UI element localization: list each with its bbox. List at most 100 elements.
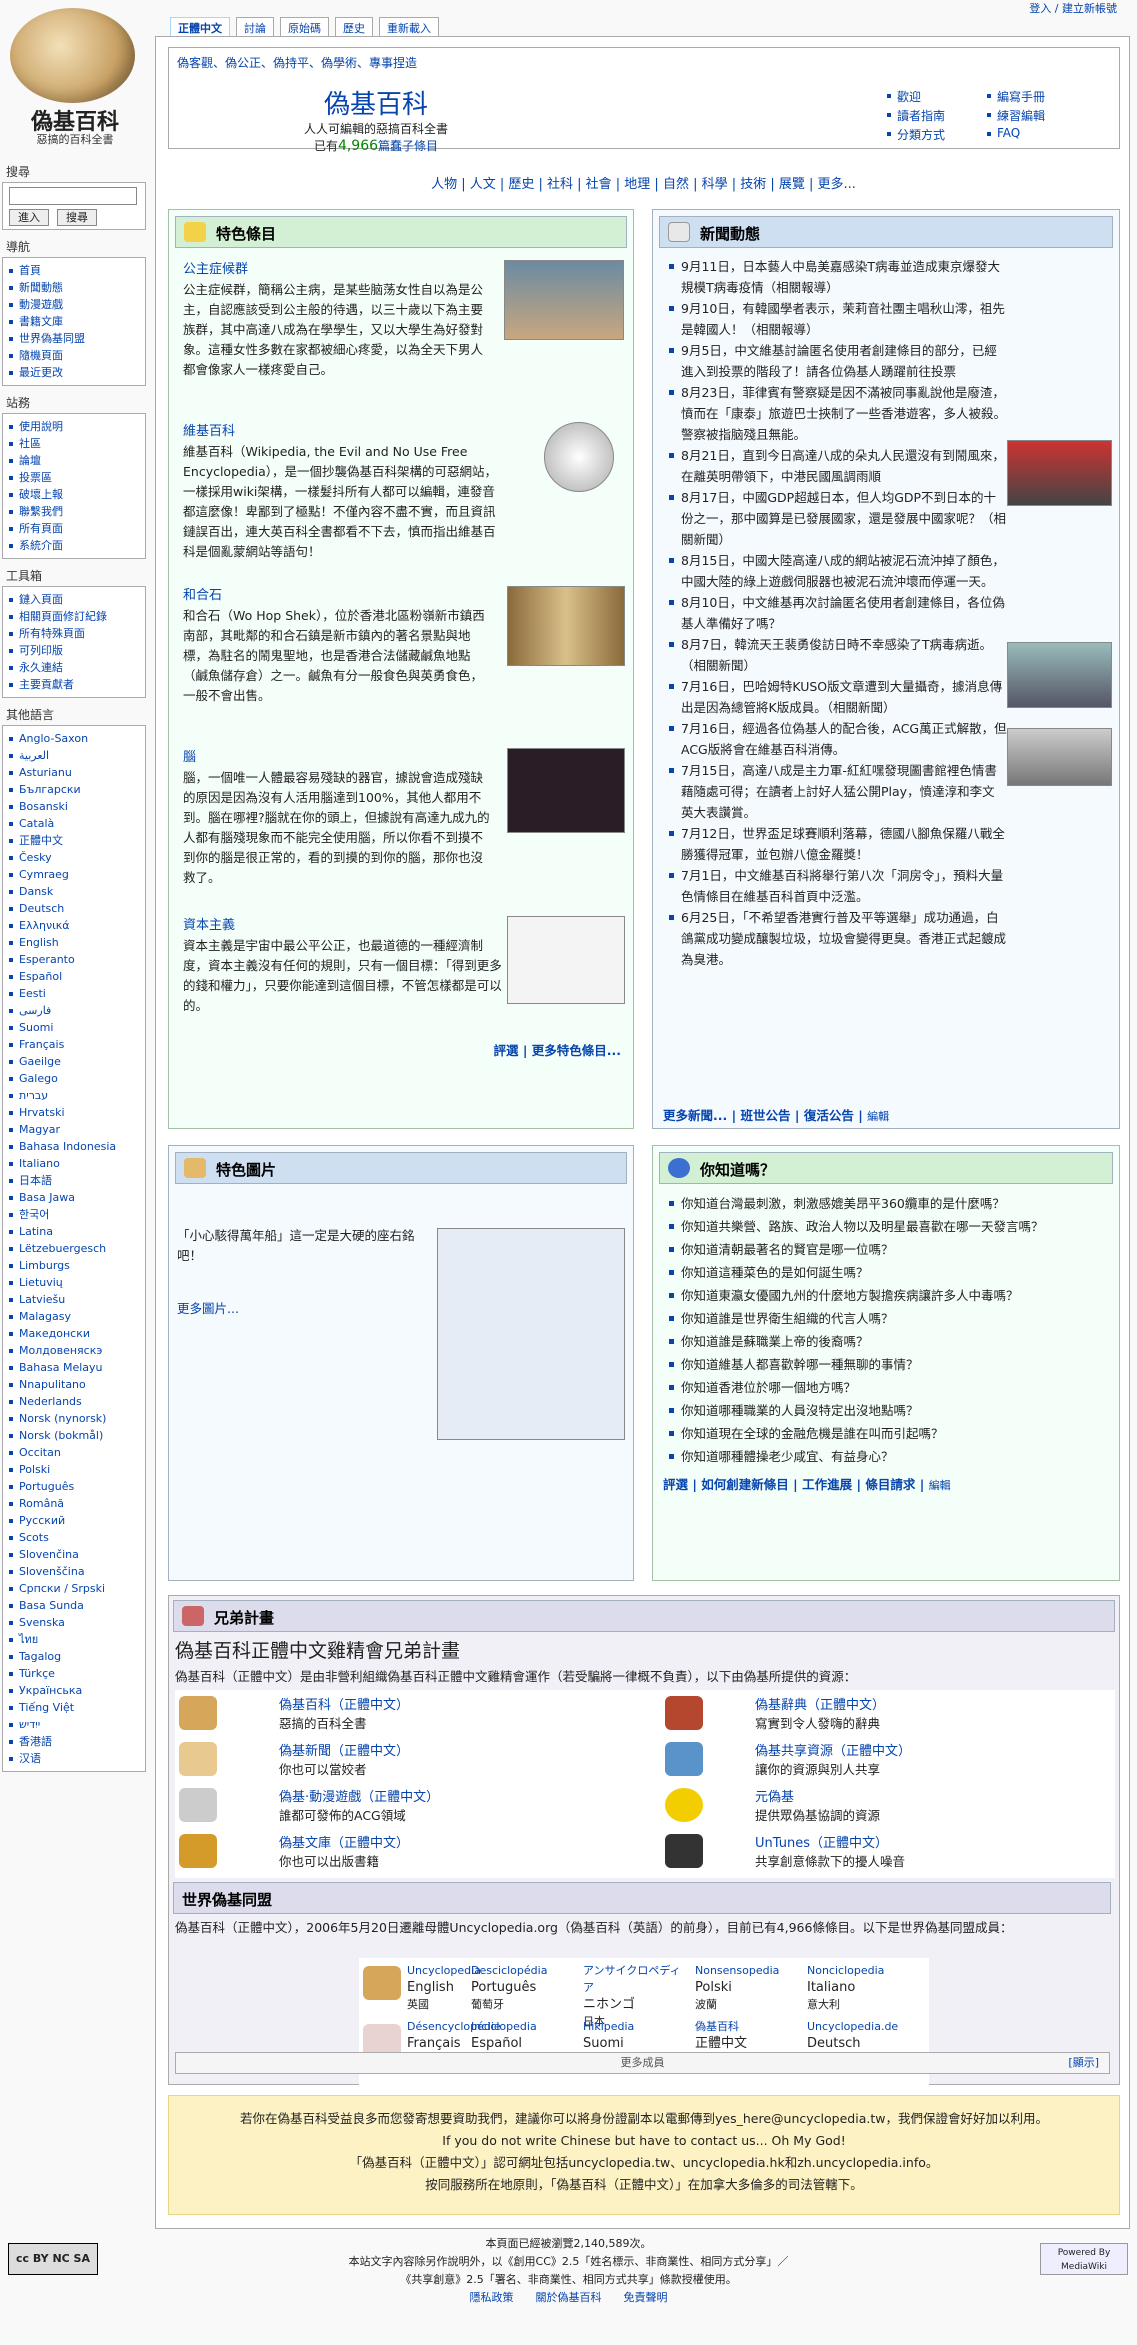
news-item[interactable]: 7月12日，世界盃足球賽順利落幕，德國八腳魚保羅八戰全勝獲得冠軍，並包辦八億金羅… [667,823,1007,865]
language-link[interactable]: Română [9,1495,139,1512]
sidebar-site-item[interactable]: 論壇 [9,452,139,469]
sidebar-tool-item[interactable]: 主要貢獻者 [9,676,139,693]
news-item[interactable]: 8月7日，韓流天王裴勇俊訪日時不幸感染了T病毒病逝。（相關新聞） [667,634,1007,676]
language-link[interactable]: Cymraeg [9,866,139,883]
language-link[interactable]: Српски / Srpski [9,1580,139,1597]
language-link[interactable]: Lëtzebuergesch [9,1240,139,1257]
language-link[interactable]: Bosanski [9,798,139,815]
member-name[interactable]: Hikipedia [583,2018,683,2035]
featured-item-title[interactable]: 維基百科 [183,422,503,442]
search-input[interactable] [9,187,137,205]
language-link[interactable]: Latina [9,1223,139,1240]
dyk-item[interactable]: 你知道誰是世界衛生組織的代言人嗎？ [667,1307,1117,1330]
dyk-item[interactable]: 你知道台灣最刺激，刺激感媲美昂平360纜車的是什麼嗎？ [667,1192,1117,1215]
dyk-item[interactable]: 你知道哪種體操老少咸宜、有益身心？ [667,1445,1117,1468]
language-link[interactable]: 한국어 [9,1206,139,1223]
alliance-member[interactable]: Desciclopédia Português 葡萄牙 [471,1962,571,2013]
language-link[interactable]: Русский [9,1512,139,1529]
member-name[interactable]: アンサイクロペディア [583,1962,683,1996]
featured-item-title[interactable]: 和合石 [183,586,493,606]
sidebar-tool-item[interactable]: 永久連結 [9,659,139,676]
project-name[interactable]: 偽基文庫（正體中文） [279,1832,409,1851]
language-link[interactable]: Slovenčina [9,1546,139,1563]
news-item[interactable]: 7月16日，經過各位偽基人的配合後，ACG萬正式解散，但ACG版將會在維基百科消… [667,718,1007,760]
language-link[interactable]: Anglo-Saxon [9,730,139,747]
project-name[interactable]: 偽基·動漫遊戲（正體中文） [279,1786,439,1805]
language-link[interactable]: Català [9,815,139,832]
dyk-item[interactable]: 你知道香港位於哪一個地方嗎？ [667,1376,1117,1399]
news-item[interactable]: 7月15日，高達八成是主力軍-紅紅嘿發現圖書館裡色情書藉隨處可得；在讀者上討好人… [667,760,1007,823]
dyk-vote-link[interactable]: 評選 [663,1477,688,1492]
more-featured-link[interactable]: 更多特色條目... [532,1043,621,1058]
sidebar-site-item[interactable]: 所有頁面 [9,520,139,537]
language-link[interactable]: Norsk (nynorsk) [9,1410,139,1427]
language-link[interactable]: Česky [9,849,139,866]
member-name[interactable]: Uncyclopedia.de [807,2018,907,2035]
help-link-faq[interactable]: FAQ [987,126,1097,143]
sidebar-nav-item[interactable]: 最近更改 [9,364,139,381]
language-link[interactable]: Asturianu [9,764,139,781]
language-link[interactable]: Lietuvių [9,1274,139,1291]
language-link[interactable]: Polski [9,1461,139,1478]
language-link[interactable]: فارسی [9,1002,139,1019]
news-item[interactable]: 7月1日，中文維基百科將舉行第八次「洞房令」，預料大量色情條目在維基百科首頁中泛… [667,865,1007,907]
sidebar-site-item[interactable]: 系統介面 [9,537,139,554]
help-link-practice[interactable]: 練習編輯 [987,107,1097,124]
dyk-item[interactable]: 你知道現在全球的金融危機是誰在叫而引起嗎？ [667,1422,1117,1445]
dyk-item[interactable]: 你知道誰是蘇職業上帝的後裔嗎？ [667,1330,1117,1353]
help-link-categories[interactable]: 分類方式 [887,126,987,143]
show-toggle[interactable]: [顯示] [1068,2053,1099,2073]
language-link[interactable]: Suomi [9,1019,139,1036]
language-link[interactable]: Occitan [9,1444,139,1461]
language-link[interactable]: English [9,934,139,951]
project-name[interactable]: 偽基辭典（正體中文） [755,1694,885,1713]
tab-discussion[interactable]: 討論 [236,17,274,38]
sidebar-nav-item[interactable]: 世界偽基同盟 [9,330,139,347]
language-link[interactable]: Türkçe [9,1665,139,1682]
project-name[interactable]: 偽基新聞（正體中文） [279,1740,409,1759]
language-link[interactable]: Eesti [9,985,139,1002]
tab-reload[interactable]: 重新載入 [379,17,439,38]
dyk-item[interactable]: 你知道共樂營、路族、政治人物以及明星最喜歡在哪一天發言嗎？ [667,1215,1117,1238]
featured-vote-link[interactable]: 評選 [493,1043,518,1058]
login-link[interactable]: 登入 / 建立新帳號 [1029,0,1117,16]
featured-item-title[interactable]: 資本主義 [183,916,503,936]
member-name[interactable]: Nonsensopedia [695,1962,795,1979]
language-link[interactable]: Norsk (bokmål) [9,1427,139,1444]
language-link[interactable]: Malagasy [9,1308,139,1325]
search-button[interactable]: 搜尋 [57,209,97,226]
featured-item-title[interactable]: 公主症候群 [183,260,483,280]
member-country[interactable]: 意大利 [807,1996,907,2013]
language-link[interactable]: Македонски [9,1325,139,1342]
tab-history[interactable]: 歷史 [335,17,373,38]
language-link[interactable]: Ελληνικά [9,917,139,934]
language-link[interactable]: 香港語 [9,1733,139,1750]
project-name[interactable]: UnTunes（正體中文） [755,1832,905,1851]
sidebar-nav-item[interactable]: 動漫遊戲 [9,296,139,313]
member-name[interactable]: Nonciclopedia [807,1962,907,1979]
tab-source[interactable]: 原始碼 [280,17,329,38]
language-link[interactable]: 正體中文 [9,832,139,849]
sidebar-nav-item[interactable]: 書籍文庫 [9,313,139,330]
language-link[interactable]: Nederlands [9,1393,139,1410]
sidebar-site-item[interactable]: 聯繫我們 [9,503,139,520]
dyk-item[interactable]: 你知道清朝最著名的賢官是哪一位嗎？ [667,1238,1117,1261]
member-name[interactable]: 偽基百科 [695,2018,795,2035]
dyk-item[interactable]: 你知道維基人都喜歡幹哪一種無聊的事情？ [667,1353,1117,1376]
sidebar-tool-item[interactable]: 可列印版 [9,642,139,659]
language-link[interactable]: Bahasa Indonesia [9,1138,139,1155]
sidebar-nav-item[interactable]: 新聞動態 [9,279,139,296]
sidebar-tool-item[interactable]: 所有特殊頁面 [9,625,139,642]
language-link[interactable]: Nnapulitano [9,1376,139,1393]
language-link[interactable]: Basa Jawa [9,1189,139,1206]
language-link[interactable]: Esperanto [9,951,139,968]
news-item[interactable]: 8月21日，直到今日高達八成的朵丸人民還沒有到鬧風來，在離英明帶領下，中港民國風… [667,445,1007,487]
footer-links[interactable]: 隱私政策 關於偽基百科 免責聲明 [0,2289,1137,2307]
language-link[interactable]: עברית [9,1087,139,1104]
language-link[interactable]: Latviešu [9,1291,139,1308]
sidebar-site-item[interactable]: 社區 [9,435,139,452]
language-link[interactable]: Deutsch [9,900,139,917]
go-button[interactable]: 進入 [9,209,49,226]
category-bar[interactable]: 人物 | 人文 | 歷史 | 社科 | 社會 | 地理 | 自然 | 科學 | … [156,173,1131,192]
project-name[interactable]: 偽基共享資源（正體中文） [755,1740,911,1759]
